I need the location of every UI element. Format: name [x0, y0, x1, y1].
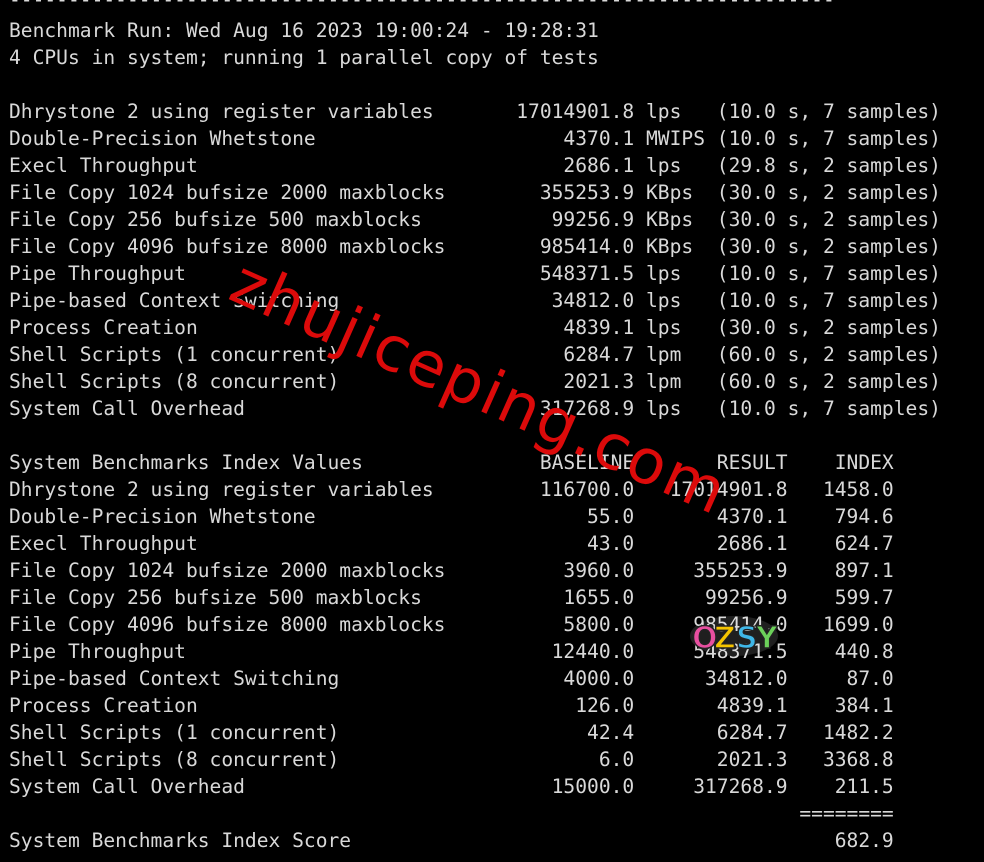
index-header-line: System Benchmarks Index Values BASELINE …: [9, 451, 894, 474]
benchmark-run-line: Benchmark Run: Wed Aug 16 2023 19:00:24 …: [9, 19, 599, 42]
index-row: Shell Scripts (8 concurrent) 6.0 2021.3 …: [9, 748, 894, 771]
result-line: File Copy 1024 bufsize 2000 maxblocks 35…: [9, 181, 941, 204]
result-line: File Copy 4096 bufsize 8000 maxblocks 98…: [9, 235, 941, 258]
index-row: File Copy 256 bufsize 500 maxblocks 1655…: [9, 586, 894, 609]
index-row: File Copy 4096 bufsize 8000 maxblocks 58…: [9, 613, 894, 636]
index-row: Shell Scripts (1 concurrent) 42.4 6284.7…: [9, 721, 894, 744]
result-line: Pipe Throughput 548371.5 lps (10.0 s, 7 …: [9, 262, 941, 285]
index-row: Pipe-based Context Switching 4000.0 3481…: [9, 667, 894, 690]
result-line: System Call Overhead 317268.9 lps (10.0 …: [9, 397, 941, 420]
result-line: File Copy 256 bufsize 500 maxblocks 9925…: [9, 208, 941, 231]
index-score-line: System Benchmarks Index Score 682.9: [9, 829, 894, 852]
index-row: Pipe Throughput 12440.0 548371.5 440.8: [9, 640, 894, 663]
result-line: Execl Throughput 2686.1 lps (29.8 s, 2 s…: [9, 154, 941, 177]
result-line: Dhrystone 2 using register variables 170…: [9, 100, 941, 123]
result-line: Shell Scripts (1 concurrent) 6284.7 lpm …: [9, 343, 941, 366]
result-line: Shell Scripts (8 concurrent) 2021.3 lpm …: [9, 370, 941, 393]
index-separator: ========: [9, 802, 894, 825]
index-row: Execl Throughput 43.0 2686.1 624.7: [9, 532, 894, 555]
index-row: Dhrystone 2 using register variables 116…: [9, 478, 894, 501]
terminal-window: ----------------------------------------…: [0, 0, 984, 862]
result-line: Pipe-based Context Switching 34812.0 lps…: [9, 289, 941, 312]
index-row: Process Creation 126.0 4839.1 384.1: [9, 694, 894, 717]
cpu-info-line: 4 CPUs in system; running 1 parallel cop…: [9, 46, 599, 69]
index-row: Double-Precision Whetstone 55.0 4370.1 7…: [9, 505, 894, 528]
index-row: File Copy 1024 bufsize 2000 maxblocks 39…: [9, 559, 894, 582]
index-row: System Call Overhead 15000.0 317268.9 21…: [9, 775, 894, 798]
separator-dashes: ----------------------------------------…: [9, 0, 835, 10]
result-line: Process Creation 4839.1 lps (30.0 s, 2 s…: [9, 316, 941, 339]
result-line: Double-Precision Whetstone 4370.1 MWIPS …: [9, 127, 941, 150]
